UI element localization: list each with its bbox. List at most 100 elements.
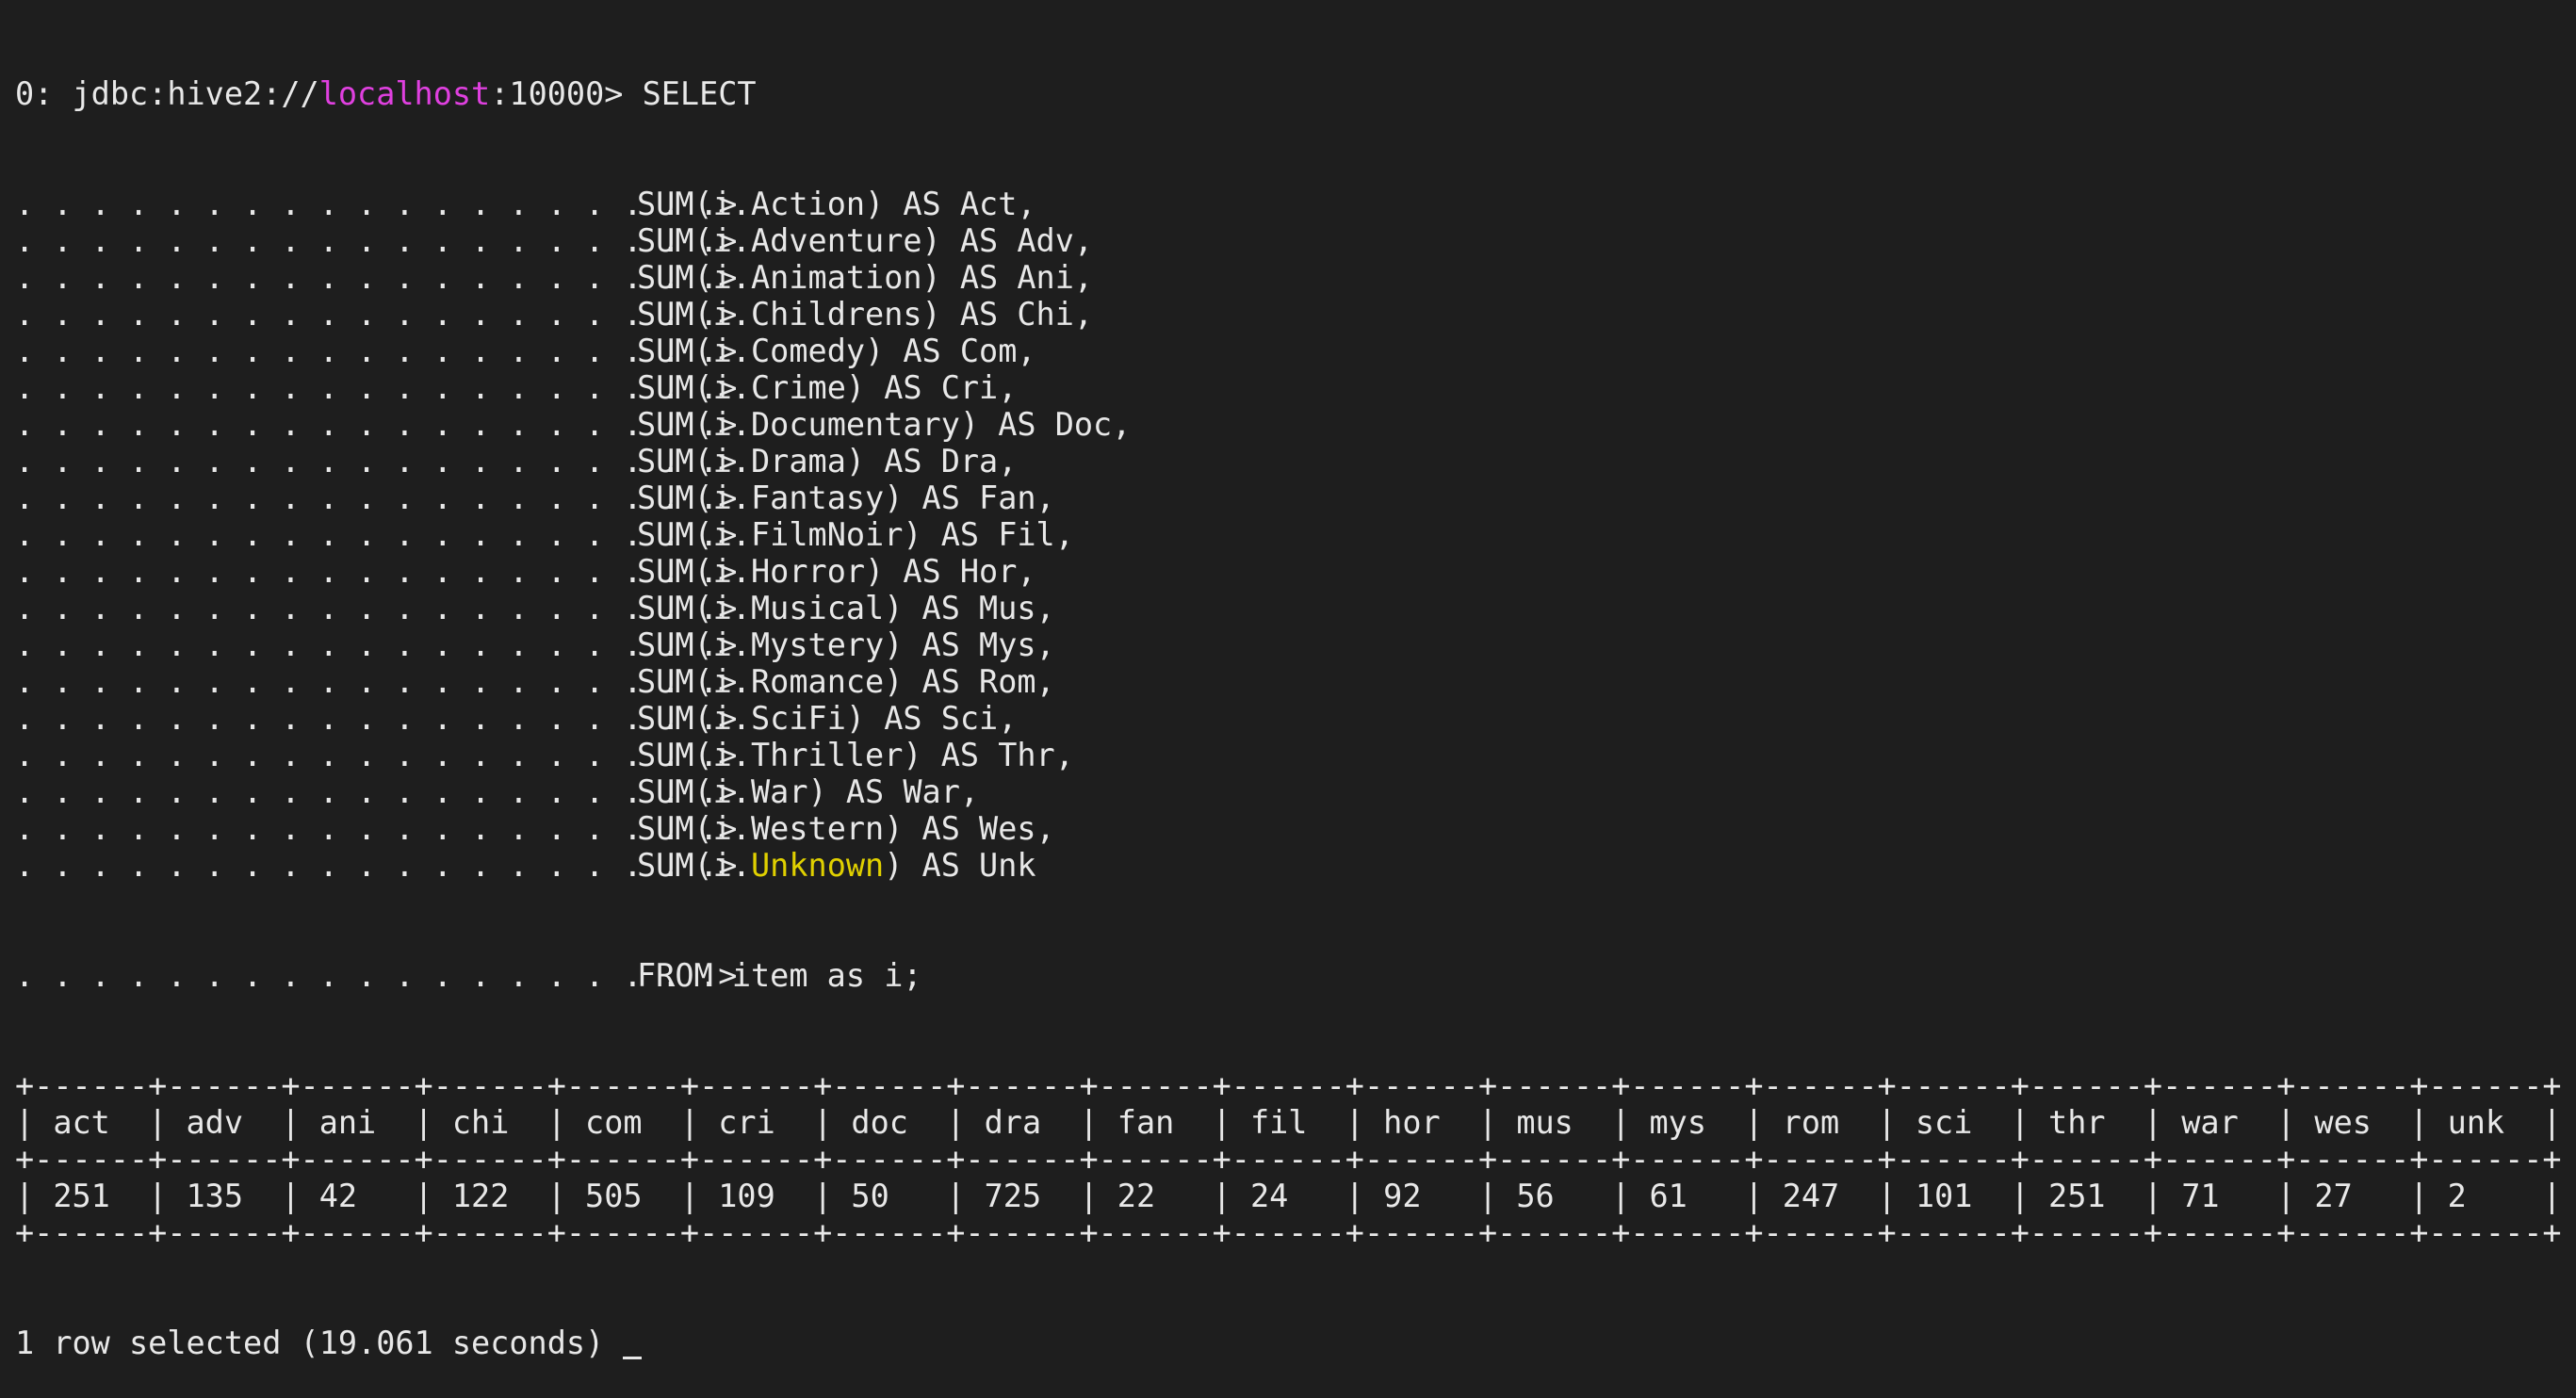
query-line: . . . . . . . . . . . . . . . . . . .> S… [15, 847, 2576, 884]
query-line: . . . . . . . . . . . . . . . . . . .> S… [15, 480, 2576, 516]
continuation-prefix: . . . . . . . . . . . . . . . . . . .> [15, 663, 757, 700]
query-field-name: SciFi [751, 700, 846, 737]
query-alias: ) AS Fil, [903, 516, 1074, 553]
query-sum-open: SUM(i. [637, 186, 752, 222]
continuation-prefix: . . . . . . . . . . . . . . . . . . .> [15, 369, 757, 406]
query-sum-open: SUM(i. [637, 222, 752, 259]
query-field-name: Mystery [751, 626, 885, 663]
status-line: 1 row selected (19.061 seconds) [15, 1325, 2576, 1361]
query-line: . . . . . . . . . . . . . . . . . . .> S… [15, 333, 2576, 369]
query-field-name: Romance [751, 663, 885, 700]
continuation-prefix: . . . . . . . . . . . . . . . . . . .> [15, 773, 757, 810]
continuation-prefix: . . . . . . . . . . . . . . . . . . .> [15, 700, 757, 737]
query-sum-open: SUM(i. [637, 773, 752, 810]
continuation-prefix: . . . . . . . . . . . . . . . . . . .> [15, 626, 757, 663]
query-alias: ) AS Dra, [845, 443, 1018, 480]
query-line: . . . . . . . . . . . . . . . . . . .> S… [15, 443, 2576, 480]
query-field-name: Unknown [751, 847, 885, 884]
continuation-prefix: . . . . . . . . . . . . . . . . . . .> [15, 810, 757, 847]
query-line: . . . . . . . . . . . . . . . . . . .> S… [15, 700, 2576, 737]
table-border: +------+------+------+------+------+----… [15, 1067, 2562, 1104]
query-sum-open: SUM(i. [637, 737, 752, 773]
continuation-prefix: . . . . . . . . . . . . . . . . . . .> [15, 590, 757, 626]
table-row: | 251 | 135 | 42 | 122 | 505 | 109 | 50 … [15, 1178, 2562, 1214]
query-sum-open: SUM(i. [637, 296, 752, 333]
continuation-prefix: . . . . . . . . . . . . . . . . . . .> [15, 847, 757, 884]
query-sum-open: SUM(i. [637, 847, 752, 884]
from-clause: FROM item as i; [637, 957, 922, 994]
query-alias: ) AS War, [807, 773, 980, 810]
query-sum-open: SUM(i. [637, 553, 752, 590]
query-line: . . . . . . . . . . . . . . . . . . .> S… [15, 737, 2576, 773]
continuation-prefix: . . . . . . . . . . . . . . . . . . .> [15, 296, 757, 333]
query-line: . . . . . . . . . . . . . . . . . . .> S… [15, 222, 2576, 259]
prompt-line: 0: jdbc:hive2://localhost:10000> SELECT [15, 75, 2576, 112]
query-alias: ) AS Thr, [903, 737, 1074, 773]
query-field-name: Crime [751, 369, 846, 406]
query-sum-open: SUM(i. [637, 333, 752, 369]
terminal-cursor [623, 1357, 643, 1359]
query-alias: ) AS Hor, [865, 553, 1036, 590]
query-lines: . . . . . . . . . . . . . . . . . . .> S… [15, 186, 2576, 884]
query-line: . . . . . . . . . . . . . . . . . . .> S… [15, 296, 2576, 333]
query-alias: ) AS Adv, [921, 222, 1094, 259]
query-alias: ) AS Ani, [921, 259, 1094, 296]
query-sum-open: SUM(i. [637, 259, 752, 296]
from-line: . . . . . . . . . . . . . . . . . . .> F… [15, 957, 2576, 994]
query-line: . . . . . . . . . . . . . . . . . . .> S… [15, 369, 2576, 406]
query-field-name: Western [751, 810, 885, 847]
query-field-name: Horror [751, 553, 866, 590]
query-field-name: Fantasy [751, 480, 885, 516]
query-alias: ) AS Fan, [884, 480, 1055, 516]
query-field-name: Action [751, 186, 866, 222]
query-alias: ) AS Chi, [921, 296, 1094, 333]
query-sum-open: SUM(i. [637, 516, 752, 553]
query-line: . . . . . . . . . . . . . . . . . . .> S… [15, 553, 2576, 590]
query-field-name: War [751, 773, 808, 810]
query-alias: ) AS Mys, [884, 626, 1055, 663]
continuation-prefix: . . . . . . . . . . . . . . . . . . .> [15, 480, 757, 516]
query-alias: ) AS Sci, [845, 700, 1018, 737]
query-field-name: Childrens [751, 296, 922, 333]
continuation-prefix: . . . . . . . . . . . . . . . . . . .> [15, 737, 757, 773]
continuation-prefix: . . . . . . . . . . . . . . . . . . .> [15, 222, 757, 259]
result-table: +------+------+------+------+------+----… [15, 1067, 2576, 1251]
query-field-name: Thriller [751, 737, 904, 773]
prompt-host: localhost [318, 75, 491, 112]
continuation-prefix: . . . . . . . . . . . . . . . . . . .> [15, 186, 757, 222]
query-field-name: Comedy [751, 333, 866, 369]
continuation-prefix: . . . . . . . . . . . . . . . . . . .> [15, 443, 757, 480]
query-alias: ) AS Unk [884, 847, 1036, 884]
query-sum-open: SUM(i. [637, 369, 752, 406]
query-field-name: Musical [751, 590, 885, 626]
query-line: . . . . . . . . . . . . . . . . . . .> S… [15, 406, 2576, 443]
query-alias: ) AS Com, [865, 333, 1036, 369]
query-sum-open: SUM(i. [637, 810, 752, 847]
table-border: +------+------+------+------+------+----… [15, 1141, 2562, 1178]
query-sum-open: SUM(i. [637, 480, 752, 516]
table-border: +------+------+------+------+------+----… [15, 1214, 2562, 1251]
continuation-prefix: . . . . . . . . . . . . . . . . . . .> [15, 259, 757, 296]
query-line: . . . . . . . . . . . . . . . . . . .> S… [15, 259, 2576, 296]
query-alias: ) AS Wes, [884, 810, 1055, 847]
query-sum-open: SUM(i. [637, 700, 752, 737]
query-alias: ) AS Cri, [845, 369, 1018, 406]
continuation-prefix: . . . . . . . . . . . . . . . . . . .> [15, 333, 757, 369]
query-sum-open: SUM(i. [637, 663, 752, 700]
query-alias: ) AS Doc, [959, 406, 1132, 443]
continuation-prefix: . . . . . . . . . . . . . . . . . . .> [15, 406, 757, 443]
prompt-port: :10000> [490, 75, 643, 112]
query-sum-open: SUM(i. [637, 626, 752, 663]
query-alias: ) AS Act, [865, 186, 1036, 222]
query-field-name: Documentary [751, 406, 960, 443]
query-field-name: Adventure [751, 222, 922, 259]
status-text: 1 row selected (19.061 seconds) [15, 1325, 605, 1361]
prompt-prefix: 0: jdbc:hive2:// [15, 75, 319, 112]
query-sum-open: SUM(i. [637, 443, 752, 480]
continuation-prefix: . . . . . . . . . . . . . . . . . . .> [15, 957, 757, 994]
prompt-command: SELECT [642, 75, 757, 112]
table-header-row: | act | adv | ani | chi | com | cri | do… [15, 1104, 2562, 1141]
query-field-name: Animation [751, 259, 922, 296]
terminal-window[interactable]: 0: jdbc:hive2://localhost:10000> SELECT … [0, 0, 2576, 1361]
query-line: . . . . . . . . . . . . . . . . . . .> S… [15, 810, 2576, 847]
